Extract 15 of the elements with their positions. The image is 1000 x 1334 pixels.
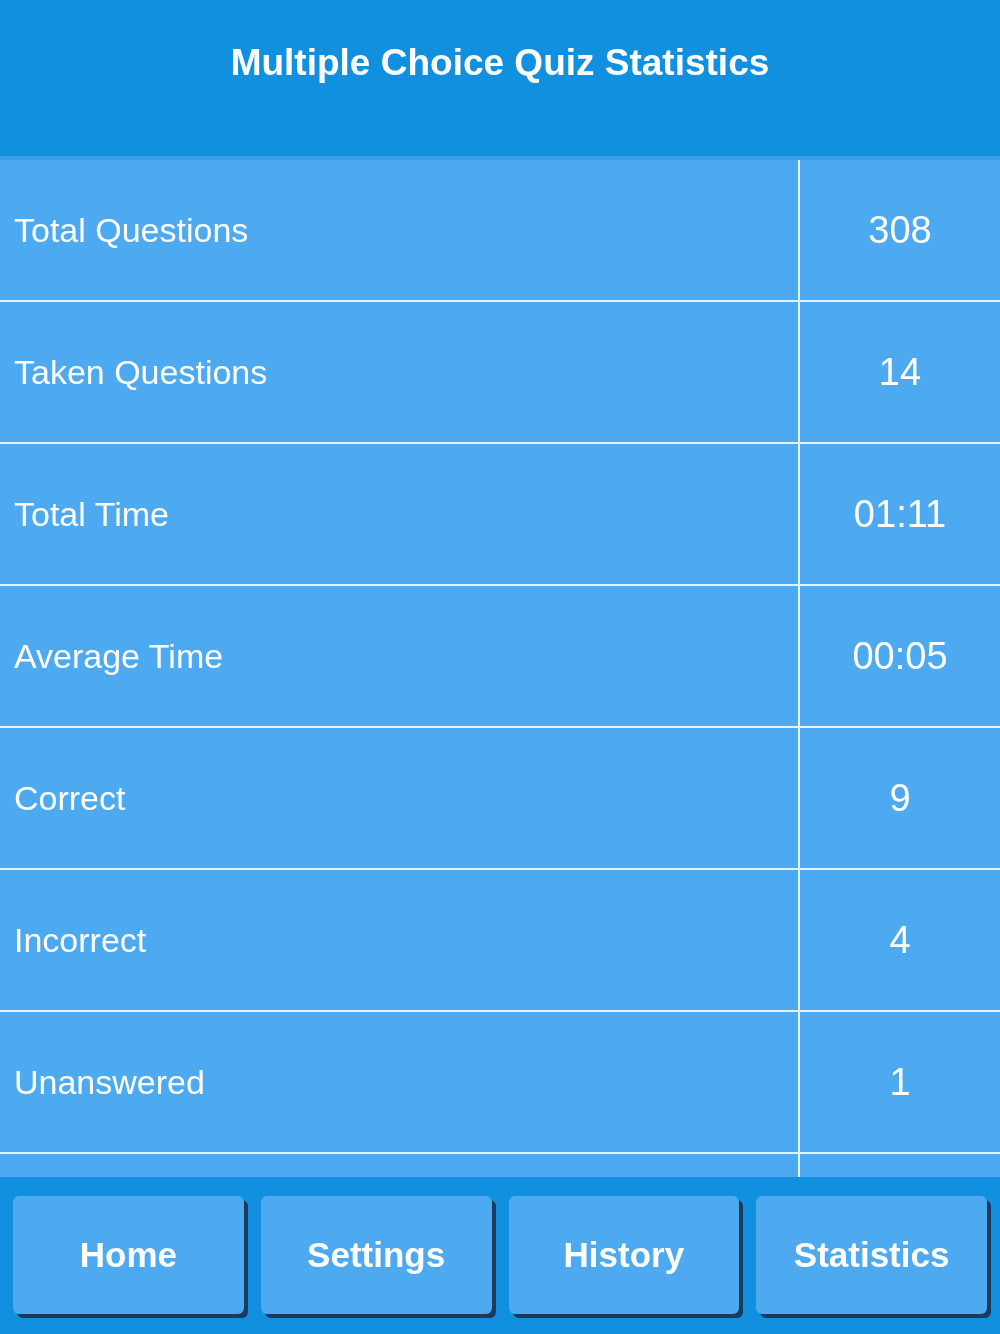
stat-label: Total Questions xyxy=(14,209,249,251)
stat-value: 9 xyxy=(889,775,911,821)
stat-label: Correct xyxy=(14,777,126,819)
stat-value: 00:05 xyxy=(852,633,948,679)
stat-value: 308 xyxy=(868,207,932,253)
page-title: Multiple Choice Quiz Statistics xyxy=(230,41,770,85)
stat-value: 4 xyxy=(889,917,911,963)
stat-value: 14 xyxy=(878,349,922,395)
stat-label: Total Time xyxy=(14,493,169,535)
stat-label: Incorrect xyxy=(14,919,147,961)
stat-value: 1 xyxy=(889,1059,911,1105)
stat-value: 01:11 xyxy=(853,491,947,537)
stat-label: Unanswered xyxy=(14,1061,205,1103)
stat-label: Taken Questions xyxy=(14,351,268,393)
stat-label: Average Time xyxy=(14,635,224,677)
